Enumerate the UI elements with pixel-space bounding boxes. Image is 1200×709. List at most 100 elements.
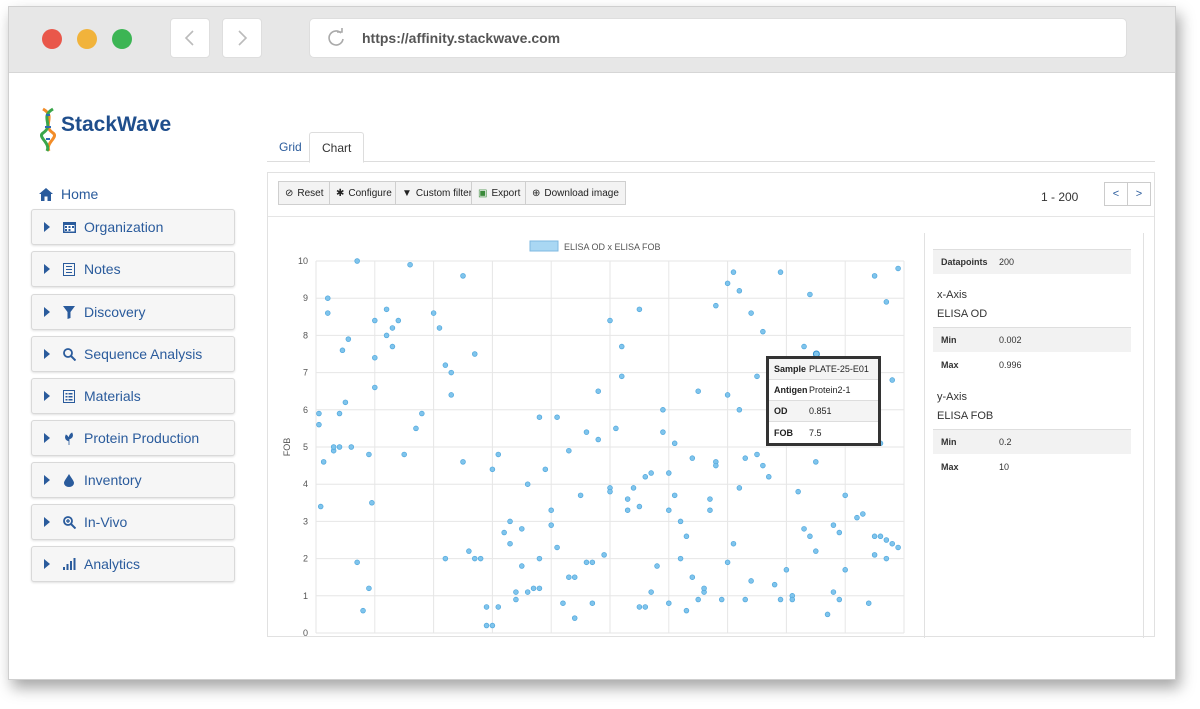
scatter-point [795, 488, 801, 495]
sidebar-item-in-vivo[interactable]: In-Vivo [31, 504, 235, 540]
stackwave-logo[interactable]: StackWave [37, 107, 207, 155]
tooltip-value: PLATE-25-E01 [809, 364, 869, 374]
scatter-point [666, 507, 672, 513]
x-min-label: Min [941, 335, 957, 345]
scatter-point [718, 596, 725, 603]
scatter-point [771, 581, 778, 588]
scatter-point [677, 555, 684, 562]
scatter-point [883, 299, 890, 305]
y-tick-label: 7 [303, 368, 308, 378]
custom-filter-button[interactable]: ▼ Custom filter [395, 181, 480, 205]
scatter-point [742, 596, 748, 603]
scatter-point [695, 388, 701, 394]
scatter-point [513, 589, 519, 595]
scatter-point [413, 425, 419, 432]
scatter-point [330, 444, 337, 450]
scatter-point [448, 392, 454, 398]
minimize-window-dot[interactable] [77, 29, 97, 49]
sidebar-item-inventory[interactable]: Inventory [31, 462, 235, 498]
prev-page-button[interactable]: < [1104, 182, 1128, 206]
scatter-point [483, 622, 490, 629]
reset-label: Reset [297, 187, 324, 199]
scatter-point [607, 317, 613, 324]
y-axis-label: FOB [282, 438, 292, 457]
scatter-point [560, 600, 566, 606]
y-axis-name: ELISA FOB [937, 410, 994, 422]
tab-chart[interactable]: Chart [309, 132, 365, 163]
scatter-point [766, 474, 772, 480]
scatter-point [460, 459, 466, 465]
sidebar-item-notes[interactable]: Notes [31, 251, 235, 287]
scatter-point [760, 328, 766, 335]
sidebar-item-sequence-analysis[interactable]: Sequence Analysis [31, 336, 235, 372]
browser-window: https://affinity.stackwave.com StackWave… [8, 6, 1176, 680]
drop-icon [62, 473, 76, 487]
configure-button[interactable]: ✱ Configure [329, 181, 399, 205]
legend-label: ELISA OD x ELISA FOB [564, 242, 661, 252]
scatter-point [860, 511, 866, 517]
scatter-point [566, 447, 572, 454]
scatter-point [571, 615, 578, 621]
sidebar-item-discovery[interactable]: Discovery [31, 294, 235, 330]
x-max-row: Max 0.996 [933, 352, 1131, 377]
scatter-point [760, 462, 766, 469]
ban-icon: ⊘ [285, 187, 294, 199]
scatter-point [624, 507, 631, 513]
scatter-point [336, 410, 343, 417]
scatter-point [883, 537, 890, 543]
sidebar-item-analytics[interactable]: Analytics [31, 546, 235, 582]
download-image-button[interactable]: ⊕ Download image [525, 181, 626, 205]
caret-right-icon [44, 264, 50, 274]
scatter-point [636, 604, 643, 610]
chevron-left-icon [184, 30, 194, 46]
list-icon [62, 389, 76, 403]
tab-grid[interactable]: Grid [267, 132, 314, 163]
sidebar-item-label: Notes [84, 261, 121, 277]
scatter-point [389, 343, 396, 350]
next-page-button[interactable]: > [1127, 182, 1151, 206]
maximize-window-dot[interactable] [112, 29, 132, 49]
scatter-point [713, 302, 719, 309]
scatter-point [483, 604, 490, 610]
sidebar-item-label: Materials [84, 388, 141, 404]
scatter-point [542, 466, 549, 473]
sidebar-item-protein-production[interactable]: Protein Production [31, 420, 235, 456]
address-bar[interactable]: https://affinity.stackwave.com [309, 18, 1127, 58]
reset-button[interactable]: ⊘ Reset [278, 181, 331, 205]
scatter-point [536, 585, 543, 592]
scatter-point [754, 451, 760, 458]
scatter-point [316, 421, 322, 428]
scatter-point [836, 596, 843, 603]
scatter-point [807, 291, 813, 298]
y-min-row: Min 0.2 [933, 429, 1131, 454]
sidebar-item-organization[interactable]: Organization [31, 209, 235, 245]
scatter-point [624, 496, 631, 502]
scatter-point [736, 407, 743, 413]
scatter-point [671, 492, 678, 499]
scatter-point [419, 410, 425, 417]
datapoints-row: Datapoints 200 [933, 249, 1131, 274]
browser-chrome: https://affinity.stackwave.com [9, 7, 1175, 73]
sidebar-item-materials[interactable]: Materials [31, 378, 235, 414]
scatter-point [436, 325, 443, 331]
scatter-point [477, 555, 484, 562]
scatter-point [683, 533, 690, 540]
scatter-point [701, 585, 707, 592]
scatter-point [354, 258, 360, 264]
scatter-point [642, 474, 649, 480]
y-tick-label: 4 [303, 479, 308, 489]
caret-right-icon [44, 475, 50, 485]
scatter-point [836, 529, 843, 536]
scatter-point [724, 392, 731, 398]
close-window-dot[interactable] [42, 29, 62, 49]
scatter-point [842, 492, 848, 499]
scatter-point [607, 488, 613, 495]
back-button[interactable] [170, 18, 210, 58]
scatter-point [395, 317, 402, 324]
export-button[interactable]: ▣ Export [471, 181, 528, 205]
reload-icon[interactable] [326, 28, 346, 48]
home-link[interactable]: Home [39, 181, 239, 207]
scatter-point [877, 533, 884, 540]
download-icon: ⊕ [532, 187, 541, 199]
forward-button[interactable] [222, 18, 262, 58]
